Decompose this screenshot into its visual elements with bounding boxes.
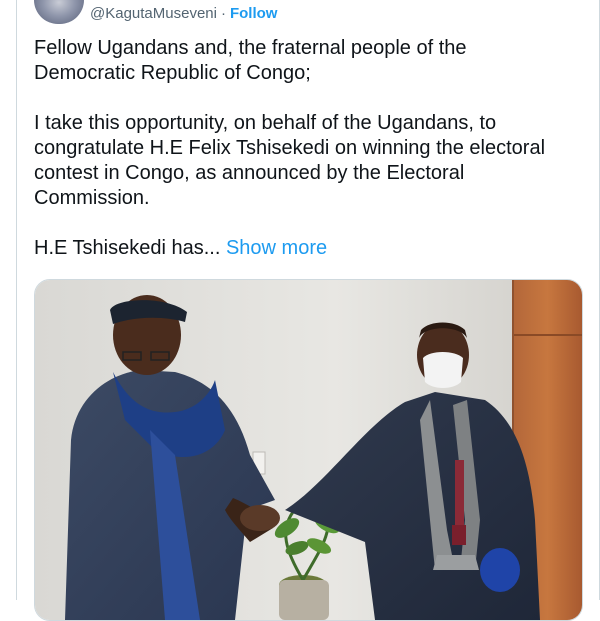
tweet-paragraph-truncated: H.E Tshisekedi has... Show more — [34, 236, 584, 261]
tweet-header: @KagutaMuseveni · Follow — [34, 0, 277, 26]
show-more-link[interactable]: Show more — [226, 237, 327, 259]
tweet-paragraph: I take this opportunity, on behalf of th… — [34, 112, 546, 209]
photo-illustration — [35, 280, 582, 620]
tweet-photo[interactable] — [34, 279, 583, 621]
follow-button[interactable]: Follow — [230, 5, 278, 22]
tweet-paragraph: Fellow Ugandans and, the fraternal peopl… — [34, 37, 467, 84]
tweet-text: Fellow Ugandans and, the fraternal peopl… — [34, 36, 584, 286]
separator-dot: · — [220, 4, 226, 22]
truncated-text: H.E Tshisekedi has... — [34, 237, 226, 259]
user-handle[interactable]: @KagutaMuseveni — [90, 5, 217, 22]
avatar[interactable] — [34, 0, 84, 24]
tweet-border-left — [16, 0, 17, 600]
handshake — [240, 505, 280, 531]
